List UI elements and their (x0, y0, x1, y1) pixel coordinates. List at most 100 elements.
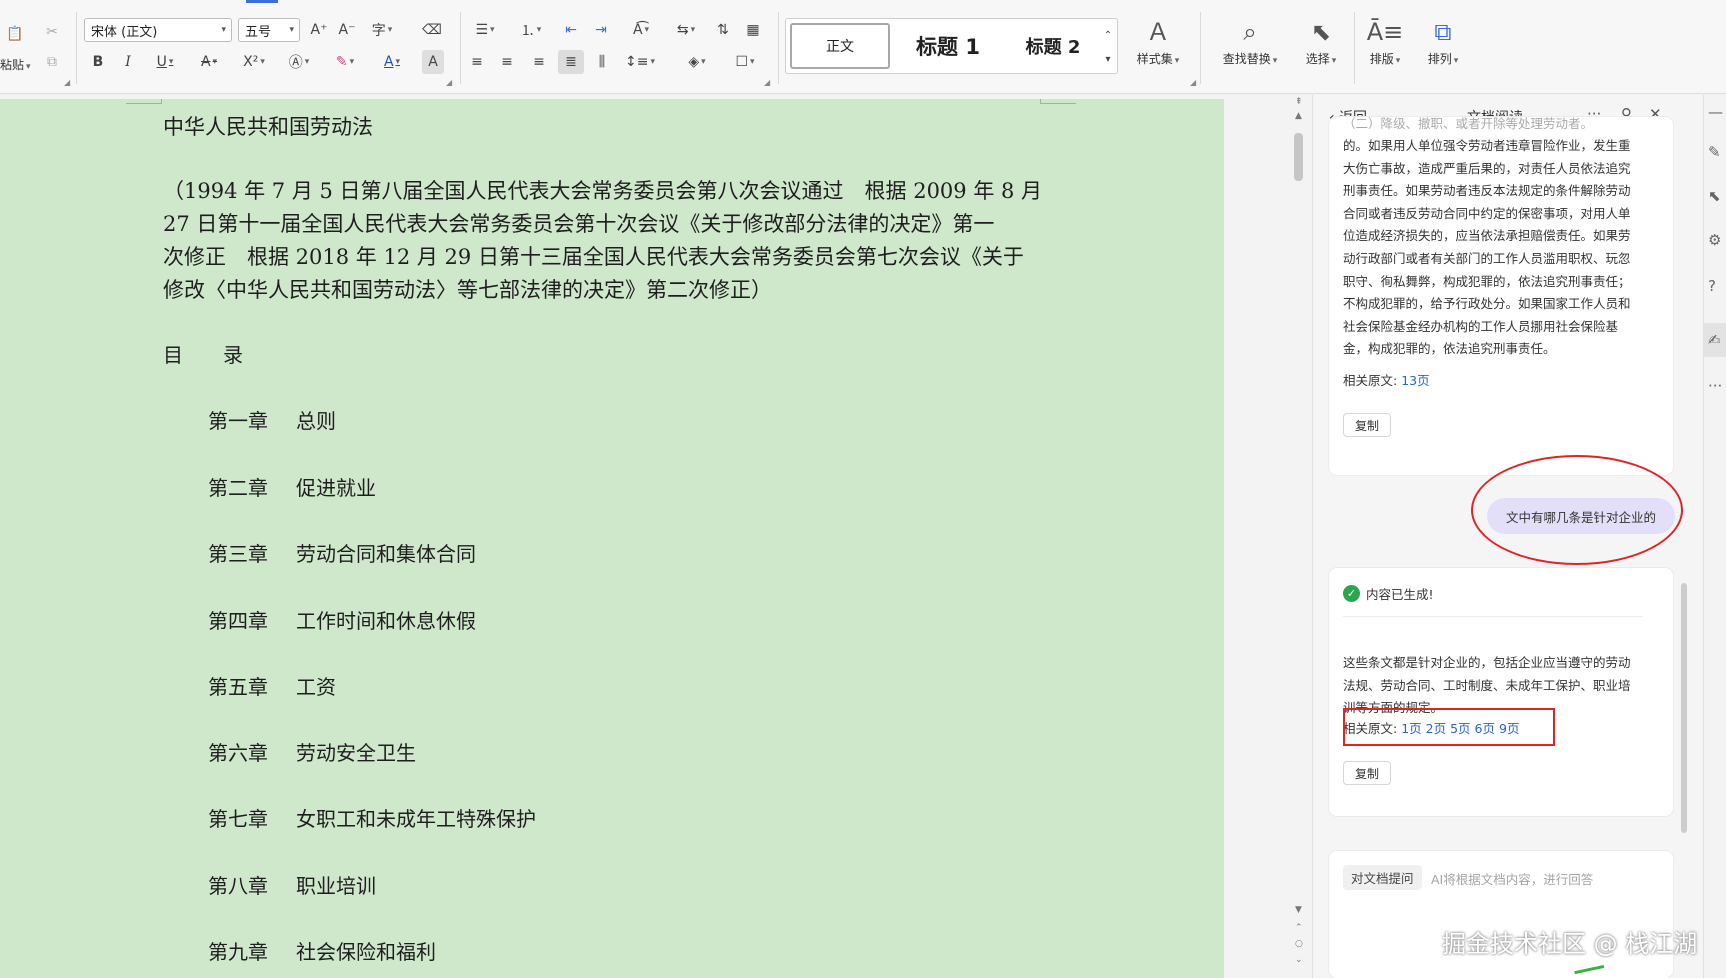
bold-icon[interactable]: B (88, 50, 108, 74)
related-source: 相关原文: 13页 (1343, 370, 1434, 389)
layout-button[interactable]: Ā≡ 排版 ▾ (1356, 14, 1414, 80)
scroll-up-icon[interactable]: ▲ (1295, 111, 1302, 121)
answer-line: 的。如果用人单位强令劳动者违章冒险作业，发生重 (1343, 138, 1631, 153)
font-size-select[interactable]: 五号 ▾ (238, 18, 300, 42)
answer-line: 职守、徇私舞弊，构成犯罪的，依法追究刑事责任； (1343, 273, 1631, 289)
chapter-name: 总则 (296, 409, 336, 433)
decrease-indent-icon[interactable]: ⇤ (560, 18, 582, 42)
grow-font-icon[interactable]: A⁺ (308, 18, 330, 42)
select-button[interactable]: ⬉ 选择 ▾ (1292, 14, 1350, 80)
align-left-icon[interactable]: ≡ (466, 50, 488, 74)
highlight-icon[interactable]: ✎ ▾ (328, 50, 362, 74)
source-page-link[interactable]: 13页 (1401, 373, 1429, 388)
clear-format-icon[interactable]: ⌫ (420, 18, 444, 42)
chapter-number: 第四章 (208, 609, 268, 633)
strikethrough-icon[interactable]: A ▾ (194, 50, 224, 74)
gallery-expand-icon[interactable]: ▾ (1100, 47, 1116, 71)
increase-indent-icon[interactable]: ⇥ (590, 18, 612, 42)
find-replace-button[interactable]: ⌕ 查找替换 ▾ (1208, 14, 1292, 80)
bullet-list-icon[interactable]: ☰ ▾ (468, 18, 502, 42)
answer-text: 的。如果用人单位强令劳动者违章冒险作业，发生重 大伤亡事故，造成严重后果的，对责… (1343, 135, 1631, 361)
char-shading-icon[interactable]: A (422, 50, 444, 74)
shading-icon[interactable]: ◈ ▾ (680, 50, 714, 74)
answer-card-previous: （二）降级、撤职、或者开除等处理劳动者。 的。如果用人单位强令劳动者违章冒险作业… (1329, 117, 1673, 475)
pinyin-guide-icon[interactable]: 字 ▾ (366, 18, 398, 42)
card-divider (1343, 616, 1643, 617)
justify-icon[interactable]: ≣ (558, 50, 584, 74)
scroll-thumb[interactable] (1294, 133, 1303, 181)
chapter-number: 第九章 (208, 940, 268, 964)
document-scrollbar[interactable]: ⇞ ▲ ▼ ⌃ ○ ⌄ (1286, 95, 1312, 978)
sort-icon[interactable]: ⇅ (712, 18, 734, 42)
align-center-icon[interactable]: ≡ (496, 50, 518, 74)
text-direction-icon[interactable]: A͡ ▾ (624, 18, 658, 42)
cut-icon[interactable]: ✂ (40, 20, 64, 44)
styles-set-button[interactable]: Ａ 样式集 ▾ (1122, 14, 1194, 80)
scroll-down-icon[interactable]: ▼ (1295, 905, 1302, 915)
scroll-split-icon[interactable]: ⇞ (1295, 97, 1303, 107)
chapter-number: 第三章 (208, 542, 268, 566)
copy-button[interactable]: 复制 (1343, 413, 1391, 437)
layout-icon: Ā≡ (1366, 18, 1404, 46)
watermark: 掘金技术社区 @ 栈江湖 (1442, 930, 1698, 958)
text-effect-icon[interactable]: Ⓐ ▾ (284, 50, 314, 74)
paste-button[interactable]: 粘贴 ▾ (0, 56, 31, 73)
line-spacing-icon[interactable]: ↕≡ ▾ (622, 50, 658, 74)
paragraph-launcher-icon[interactable]: ◢ (764, 78, 770, 87)
cursor-icon[interactable]: ⬉ (1708, 187, 1721, 205)
underline-icon[interactable]: U ▾ (150, 50, 180, 74)
arrange-button[interactable]: ⧉ 排列 ▾ (1414, 14, 1472, 80)
copy-button[interactable]: 复制 (1343, 761, 1391, 785)
toc-chapter: 第二章 促进就业 (208, 472, 376, 501)
toc-chapter: 第四章 工作时间和休息休假 (208, 605, 476, 634)
ribbon-divider (778, 12, 779, 84)
chapter-number: 第五章 (208, 675, 268, 699)
font-launcher-icon[interactable]: ◢ (446, 78, 452, 87)
chevron-down-icon: ▾ (221, 25, 226, 35)
toc-chapter: 第七章 女职工和未成年工特殊保护 (208, 803, 536, 832)
chevron-down-icon: ▾ (289, 25, 294, 35)
browse-object-icon[interactable]: ○ (1295, 939, 1303, 949)
align-right-icon[interactable]: ≡ (528, 50, 550, 74)
document-page[interactable]: 中华人民共和国劳动法 （1994 年 7 月 5 日第八届全国人民代表大会常务委… (0, 99, 1224, 978)
ai-reading-icon[interactable]: ✍ (1708, 331, 1721, 349)
ask-document-chip[interactable]: 对文档提问 (1343, 865, 1422, 890)
numbered-list-icon[interactable]: ⒈ ▾ (514, 18, 548, 42)
pen-icon[interactable]: ✎ (1708, 143, 1721, 161)
prev-page-icon[interactable]: ⌃ (1295, 923, 1303, 933)
toc-chapter: 第六章 劳动安全卫生 (208, 737, 416, 766)
next-page-icon[interactable]: ⌄ (1295, 955, 1303, 965)
styles-launcher-icon[interactable]: ◢ (1190, 78, 1196, 87)
style-heading1[interactable]: 标题 1 (898, 23, 998, 69)
panel-scrollbar[interactable] (1681, 583, 1687, 833)
distribute-icon[interactable]: ⫼ (590, 50, 614, 74)
style-normal[interactable]: 正文 (790, 23, 890, 69)
collapse-icon[interactable]: — (1708, 103, 1723, 121)
chapter-name: 劳动安全卫生 (296, 741, 416, 765)
ask-input-placeholder[interactable]: AI将根据文档内容，进行回答 (1431, 869, 1593, 888)
generated-status-text: 内容已生成! (1366, 587, 1434, 602)
font-name-value: 宋体 (正文) (91, 24, 158, 40)
show-marks-icon[interactable]: ▦ (742, 18, 764, 42)
toc-chapter: 第八章 职业培训 (208, 870, 376, 899)
font-color-icon[interactable]: A ▾ (376, 50, 408, 74)
superscript-icon[interactable]: X² ▾ (238, 50, 270, 74)
crop-mark (161, 99, 162, 104)
style-heading2[interactable]: 标题 2 (1006, 23, 1100, 69)
border-icon[interactable]: ☐ ▾ (728, 50, 762, 74)
shrink-font-icon[interactable]: A⁻ (336, 18, 358, 42)
copy-format-icon[interactable]: ⧉ (40, 50, 64, 74)
answer-line: 大伤亡事故，造成严重后果的，对责任人员依法追究 (1343, 160, 1631, 176)
help-icon[interactable]: ? (1708, 277, 1716, 295)
italic-icon[interactable]: I (118, 50, 138, 74)
sort-line-icon[interactable]: ⇆ ▾ (670, 18, 702, 42)
gallery-up-icon[interactable]: ⌃ (1100, 23, 1116, 47)
more-tools-icon[interactable]: ··· (1708, 377, 1722, 395)
doc-intro-line: 27 日第十一届全国人民代表大会常务委员会第十次会议《关于修改部分法律的决定》第… (163, 212, 995, 236)
clipboard-launcher-icon[interactable]: ◢ (64, 78, 70, 87)
paste-icon[interactable]: 📋 (2, 22, 28, 46)
font-name-select[interactable]: 宋体 (正文) ▾ (84, 18, 232, 42)
crop-mark (1040, 103, 1076, 104)
styles-brush-icon: Ａ (1146, 18, 1170, 46)
settings-slider-icon[interactable]: ⚙ (1708, 231, 1721, 249)
